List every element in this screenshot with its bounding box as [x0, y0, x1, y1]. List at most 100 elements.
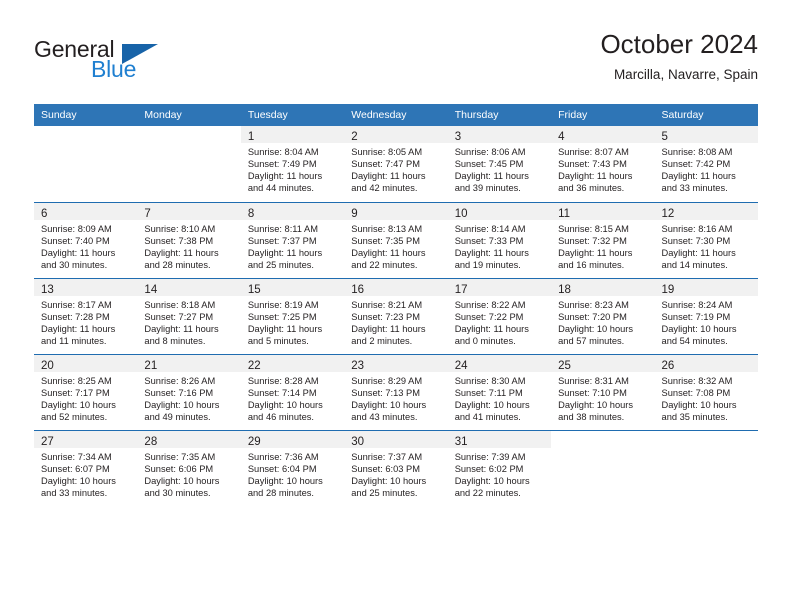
- sunrise-text: Sunrise: 8:17 AM: [41, 299, 112, 310]
- sunset-text: Sunset: 7:35 PM: [351, 235, 420, 246]
- day-cell[interactable]: [34, 126, 138, 203]
- day-number: 27: [41, 435, 54, 448]
- daylight-text-line2: and 36 minutes.: [558, 183, 625, 194]
- day-number: 3: [454, 131, 462, 143]
- weekday-header-friday: Friday: [551, 104, 655, 126]
- daylight-text-line2: and 43 minutes.: [351, 411, 418, 422]
- sunset-text: Sunset: 7:13 PM: [351, 387, 420, 398]
- day-cell[interactable]: 27 Sunrise: 7:34 AM Sunset: 6:07 PM Dayligh…: [34, 430, 138, 506]
- day-cell[interactable]: 3 Sunrise: 8:06 AM Sunset: 7:45 PM Daylight…: [447, 126, 552, 203]
- day-number: 12: [661, 207, 675, 220]
- daylight-text-line2: and 11 minutes.: [41, 335, 107, 346]
- day-number: 11: [558, 207, 571, 220]
- day-cell[interactable]: 15 Sunrise: 8:19 AM Sunset: 7:25 PM Dayligh…: [240, 278, 345, 355]
- day-cell[interactable]: 30 Sunrise: 7:37 AM Sunset: 6:03 PM Dayligh…: [344, 430, 448, 506]
- day-cell[interactable]: 22 Sunrise: 8:28 AM Sunset: 7:14 PM Dayligh…: [240, 354, 345, 431]
- day-cell[interactable]: 12 Sunrise: 8:16 AM Sunset: 7:30 PM Dayligh…: [654, 202, 758, 279]
- day-cell[interactable]: 14 Sunrise: 8:18 AM Sunset: 7:27 PM Dayligh…: [137, 278, 241, 355]
- day-cell[interactable]: 4 Sunrise: 8:07 AM Sunset: 7:43 PM Daylight…: [551, 126, 655, 203]
- day-cell[interactable]: 8 Sunrise: 8:11 AM Sunset: 7:37 PM Daylight…: [240, 202, 345, 279]
- day-cell[interactable]: 7 Sunrise: 8:10 AM Sunset: 7:38 PM Daylight…: [137, 202, 241, 279]
- daylight-text-line1: Daylight: 10 hours: [558, 323, 634, 334]
- sunrise-text: Sunrise: 8:05 AM: [351, 147, 423, 157]
- daylight-text-line2: and 46 minutes.: [247, 411, 314, 422]
- daylight-text-line1: Daylight: 10 hours: [351, 399, 427, 410]
- sunset-text: Sunset: 7:08 PM: [661, 387, 731, 398]
- day-number: 29: [247, 435, 261, 448]
- daylight-text-line1: Daylight: 11 hours: [454, 171, 529, 182]
- day-cell[interactable]: 18 Sunrise: 8:23 AM Sunset: 7:20 PM Dayligh…: [551, 278, 655, 355]
- daylight-text-line1: Daylight: 11 hours: [558, 247, 633, 258]
- day-cell[interactable]: 13 Sunrise: 8:17 AM Sunset: 7:28 PM Dayligh…: [34, 278, 138, 355]
- day-cell[interactable]: 23 Sunrise: 8:29 AM Sunset: 7:13 PM Dayligh…: [344, 354, 448, 431]
- day-cell[interactable]: 25 Sunrise: 8:31 AM Sunset: 7:10 PM Dayligh…: [551, 354, 655, 431]
- daylight-text-line2: and 19 minutes.: [454, 259, 521, 270]
- daylight-text-line2: and 30 minutes.: [144, 487, 211, 498]
- daylight-text-line1: Daylight: 11 hours: [247, 323, 323, 334]
- daylight-text-line1: Daylight: 10 hours: [144, 399, 220, 410]
- day-number: 2: [351, 131, 358, 143]
- sunset-text: Sunset: 7:11 PM: [454, 387, 523, 398]
- day-cell[interactable]: 29 Sunrise: 7:36 AM Sunset: 6:04 PM Dayligh…: [240, 430, 345, 506]
- day-number: 16: [351, 283, 365, 296]
- daylight-text-line1: Daylight: 11 hours: [351, 323, 426, 334]
- sunset-text: Sunset: 7:42 PM: [661, 159, 731, 170]
- daylight-text-line1: Daylight: 10 hours: [454, 399, 530, 410]
- daylight-text-line1: Daylight: 11 hours: [144, 247, 219, 258]
- sunrise-text: Sunrise: 8:21 AM: [351, 299, 423, 310]
- daylight-text-line2: and 42 minutes.: [351, 183, 418, 194]
- day-cell[interactable]: 28 Sunrise: 7:35 AM Sunset: 6:06 PM Dayligh…: [137, 430, 241, 506]
- day-cell[interactable]: 5 Sunrise: 8:08 AM Sunset: 7:42 PM Daylight…: [654, 126, 758, 203]
- calendar-page: General Blue October 2024 Marcilla, Nava…: [0, 0, 792, 612]
- sunrise-text: Sunrise: 8:30 AM: [454, 375, 526, 386]
- daylight-text-line2: and 38 minutes.: [558, 411, 625, 422]
- day-cell[interactable]: 11 Sunrise: 8:15 AM Sunset: 7:32 PM Dayligh…: [551, 202, 655, 279]
- day-number: 8: [247, 207, 255, 220]
- day-cell[interactable]: [655, 430, 758, 506]
- daylight-text-line2: and 14 minutes.: [661, 259, 728, 270]
- day-cell[interactable]: 31 Sunrise: 7:39 AM Sunset: 6:02 PM Dayligh…: [447, 430, 552, 506]
- sunset-text: Sunset: 7:43 PM: [558, 159, 627, 170]
- day-cell[interactable]: [137, 126, 241, 203]
- general-blue-logo[interactable]: General Blue: [34, 36, 244, 92]
- day-cell[interactable]: 21 Sunrise: 8:26 AM Sunset: 7:16 PM Dayligh…: [137, 354, 241, 431]
- sunset-text: Sunset: 6:06 PM: [144, 463, 214, 474]
- day-cell[interactable]: 20 Sunrise: 8:25 AM Sunset: 7:17 PM Dayligh…: [34, 354, 138, 431]
- sunset-text: Sunset: 7:16 PM: [144, 387, 214, 398]
- daylight-text-line1: Daylight: 10 hours: [144, 475, 220, 486]
- day-number: 14: [144, 283, 158, 296]
- sunrise-text: Sunrise: 7:34 AM: [41, 451, 112, 462]
- day-cell[interactable]: 2 Sunrise: 8:05 AM Sunset: 7:47 PM Daylight…: [344, 126, 448, 203]
- sunrise-text: Sunrise: 8:13 AM: [351, 223, 423, 234]
- day-cell[interactable]: 10 Sunrise: 8:14 AM Sunset: 7:33 PM Dayligh…: [447, 202, 552, 279]
- sunset-text: Sunset: 7:22 PM: [454, 311, 524, 322]
- day-cell[interactable]: 19 Sunrise: 8:24 AM Sunset: 7:19 PM Dayligh…: [654, 278, 758, 355]
- daylight-text-line1: Daylight: 10 hours: [454, 475, 530, 486]
- day-cell[interactable]: 17 Sunrise: 8:22 AM Sunset: 7:22 PM Dayligh…: [447, 278, 552, 355]
- day-cell[interactable]: 1 Sunrise: 8:04 AM Sunset: 7:49 PM Daylight…: [240, 126, 345, 203]
- sunrise-text: Sunrise: 8:25 AM: [41, 375, 112, 386]
- daylight-text-line2: and 30 minutes.: [41, 259, 108, 270]
- daylight-text-line1: Daylight: 10 hours: [247, 399, 323, 410]
- weekday-header-sunday: Sunday: [34, 104, 138, 126]
- day-cell[interactable]: 16 Sunrise: 8:21 AM Sunset: 7:23 PM Dayligh…: [344, 278, 448, 355]
- day-number: 30: [351, 435, 365, 448]
- daylight-text-line1: Daylight: 11 hours: [351, 247, 426, 258]
- day-cell[interactable]: [551, 430, 654, 506]
- day-number: 26: [661, 359, 675, 372]
- day-cell[interactable]: 24 Sunrise: 8:30 AM Sunset: 7:11 PM Dayligh…: [447, 354, 552, 431]
- daylight-text-line1: Daylight: 11 hours: [41, 323, 116, 334]
- sunset-text: Sunset: 7:17 PM: [41, 387, 110, 398]
- sunrise-text: Sunrise: 7:35 AM: [144, 451, 216, 462]
- day-cell[interactable]: 9 Sunrise: 8:13 AM Sunset: 7:35 PM Daylight…: [344, 202, 448, 279]
- daylight-text-line2: and 28 minutes.: [144, 259, 211, 270]
- daylight-text-line1: Daylight: 10 hours: [661, 399, 737, 410]
- sunrise-text: Sunrise: 8:18 AM: [144, 299, 216, 310]
- day-cell[interactable]: 26 Sunrise: 8:32 AM Sunset: 7:08 PM Dayligh…: [654, 354, 758, 431]
- week-row: 20 Sunrise: 8:25 AM Sunset: 7:17 PM Dayligh…: [34, 354, 758, 431]
- daylight-text-line2: and 52 minutes.: [41, 411, 108, 422]
- sunset-text: Sunset: 7:33 PM: [454, 235, 524, 246]
- day-cell[interactable]: 6 Sunrise: 8:09 AM Sunset: 7:40 PM Daylight…: [34, 202, 138, 279]
- daylight-text-line2: and 25 minutes.: [247, 259, 314, 270]
- day-number: 20: [41, 359, 54, 372]
